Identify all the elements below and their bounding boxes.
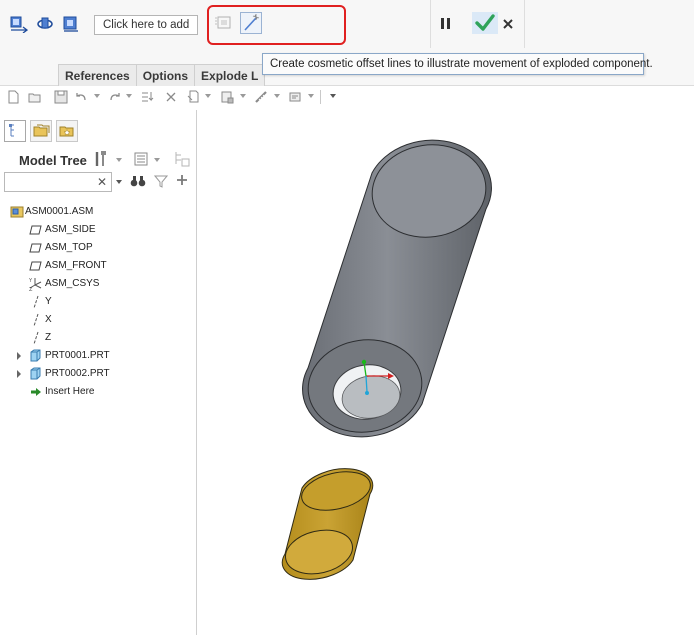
expand-arrow-icon[interactable] [16,370,22,378]
rotate-motion-icon[interactable] [36,15,54,33]
tree-item-part[interactable]: PRT0002.PRT [0,365,196,383]
open-file-icon[interactable] [28,90,42,104]
tree-item-label: X [45,314,52,325]
tree-item-axis[interactable]: X [0,311,196,329]
tree-item-axis[interactable]: Z [0,329,196,347]
quick-access-toolbar [0,87,694,107]
tab-favorites[interactable] [56,120,78,142]
redo-icon[interactable] [108,90,122,104]
customize-toolbar-arrow-icon[interactable] [330,94,336,98]
tree-item-label: ASM_TOP [45,242,93,253]
datum-plane-icon [29,261,42,271]
navigator-panel: Model Tree ✕ ASM0001.ASM ASM_SIDE ASM_TO… [0,110,197,635]
tab-model-tree[interactable] [4,120,26,142]
tree-item-label: Z [45,332,52,343]
graphics-window[interactable] [198,110,694,635]
cosmetic-offset-line-icon[interactable] [240,12,262,34]
part-icon [30,349,41,362]
clear-search-icon[interactable]: ✕ [97,175,107,189]
cancel-x-icon[interactable] [502,18,514,30]
toolbar-separator [320,90,321,104]
reference-collector[interactable]: Click here to add [94,15,198,35]
tree-search-input[interactable]: ✕ [4,172,112,192]
windows-icon[interactable] [164,90,178,104]
model-view[interactable] [198,110,694,635]
tab-folder-browser[interactable] [30,120,52,142]
select-component-icon[interactable] [10,15,28,33]
expand-arrow-icon[interactable] [16,352,22,360]
folder-icon [33,124,50,137]
tree-item-label: PRT0002.PRT [45,368,110,379]
axis-icon [33,331,39,345]
axis-icon [33,295,39,309]
model-tree-title: Model Tree [19,153,87,168]
dropdown-arrow-icon[interactable] [205,94,211,98]
tree-columns-icon[interactable] [172,150,192,168]
tree-item-insert-here[interactable]: Insert Here [0,383,196,401]
toolbar-separator [524,0,525,48]
orient-view-icon[interactable] [288,90,302,104]
tree-item-label: ASM_SIDE [45,224,96,235]
save-icon[interactable] [54,90,68,104]
hollow-cylinder-part[interactable] [302,138,492,440]
favorites-icon [59,126,74,137]
close-window-icon[interactable] [186,90,200,104]
show-dropdown-arrow-icon[interactable] [154,158,160,162]
svg-text:Y: Y [28,278,33,284]
new-file-icon[interactable] [6,90,20,104]
regenerate-icon[interactable] [140,90,154,104]
tree-item-label: PRT0001.PRT [45,350,110,361]
tree-item-label: ASM0001.ASM [25,206,94,217]
solid-cylinder-part[interactable] [281,466,374,581]
tree-item-part[interactable]: PRT0001.PRT [0,347,196,365]
tab-explode-lines[interactable]: Explode L [194,64,266,86]
redo-dropdown-arrow-icon[interactable] [126,94,132,98]
part-icon [30,367,41,380]
search-dropdown-arrow-icon[interactable] [116,180,122,184]
tree-item-csys[interactable]: Y Z ASM_CSYS [0,275,196,293]
accept-checkmark-icon[interactable] [472,12,498,34]
toolbar-separator [430,0,431,48]
tooltip: Create cosmetic offset lines to illustra… [262,53,653,75]
svg-text:Z: Z [29,287,33,292]
tree-item-datum-plane[interactable]: ASM_FRONT [0,257,196,275]
tree-item-assembly[interactable]: ASM0001.ASM [0,203,196,221]
filter-icon[interactable] [154,174,168,188]
dropdown-arrow-icon[interactable] [240,94,246,98]
model-tree-tab-icon [9,124,14,137]
insert-arrow-icon [31,388,41,396]
csys-icon: Y Z [28,278,42,292]
tree-item-label: ASM_FRONT [45,260,107,271]
add-item-icon[interactable] [176,174,188,186]
undo-dropdown-arrow-icon[interactable] [94,94,100,98]
datum-plane-icon [29,243,42,253]
tree-item-label: Y [45,296,52,307]
datum-plane-icon [29,225,42,235]
pause-icon[interactable] [439,16,453,32]
move-reference-icon[interactable] [62,15,80,33]
tab-options[interactable]: Options [135,64,196,86]
axis-icon [33,313,39,327]
display-style-icon[interactable] [220,90,234,104]
show-options-icon[interactable] [134,152,148,166]
tab-references[interactable]: References [58,64,137,86]
toggle-explode-status-icon[interactable] [214,14,232,32]
tree-item-datum-plane[interactable]: ASM_SIDE [0,221,196,239]
assembly-icon [10,206,24,218]
dropdown-arrow-icon[interactable] [274,94,280,98]
dropdown-arrow-icon[interactable] [308,94,314,98]
settings-tools-icon[interactable] [94,150,108,168]
tree-item-datum-plane[interactable]: ASM_TOP [0,239,196,257]
find-binoculars-icon[interactable] [130,174,146,188]
measure-icon[interactable] [254,90,268,104]
tree-item-label: ASM_CSYS [45,278,100,289]
undo-icon[interactable] [74,90,88,104]
tree-item-axis[interactable]: Y [0,293,196,311]
settings-dropdown-arrow-icon[interactable] [116,158,122,162]
dashboard-tabs: References Options Explode L [58,64,266,86]
tree-item-label: Insert Here [45,386,95,397]
